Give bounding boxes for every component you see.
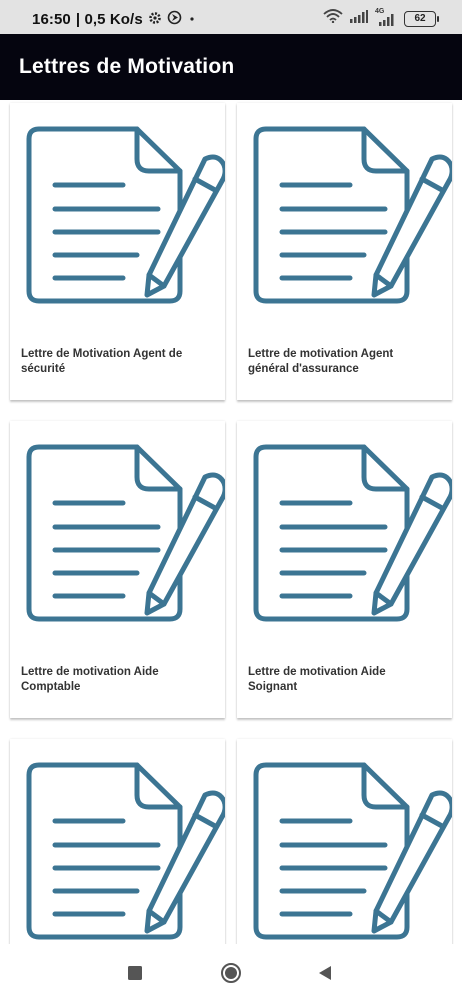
status-bar: 16:50 | 0,5 Ko/s 4G 62 [0,0,462,34]
document-pencil-icon [242,123,452,307]
letter-card[interactable]: Lettre de motivation Aide Comptable [10,421,225,718]
home-circle-icon [221,963,241,983]
page-title: Lettres de Motivation [19,55,235,78]
letter-card[interactable] [237,739,452,944]
status-speed: | 0,5 Ko/s [75,11,143,28]
back-triangle-icon [319,966,331,980]
dot-icon [187,11,197,28]
card-label: Lettre de Motivation Agent de sécurité [21,348,183,375]
recents-square-icon [128,966,142,980]
battery-level: 62 [414,12,426,24]
wifi-icon [323,9,343,28]
card-label: Lettre de motivation Agent général d'ass… [248,348,394,375]
card-label: Lettre de motivation Aide Soignant [248,666,386,693]
document-pencil-icon [15,441,225,625]
document-pencil-icon [242,759,452,943]
signal-icon [350,9,368,28]
card-label: Lettre de motivation Aide Comptable [21,666,159,693]
letter-card[interactable]: Lettre de motivation Aide Soignant [237,421,452,718]
status-time: 16:50 [32,11,71,28]
letter-card[interactable] [10,739,225,944]
letter-card[interactable]: Lettre de motivation Agent général d'ass… [237,103,452,400]
letters-grid: Lettre de Motivation Agent de sécurité L… [0,100,462,944]
document-pencil-icon [15,759,225,943]
letter-card[interactable]: Lettre de Motivation Agent de sécurité [10,103,225,400]
home-button[interactable] [218,960,244,986]
document-pencil-icon [15,123,225,307]
app-bar: Lettres de Motivation [0,34,462,100]
battery-icon: 62 [404,10,439,27]
signal-4g-icon: 4G [375,8,397,27]
gear-icon [148,11,162,29]
document-pencil-icon [242,441,452,625]
recents-button[interactable] [122,960,148,986]
system-nav-bar [0,944,462,1000]
navigation-icon [167,10,182,29]
back-button[interactable] [312,960,338,986]
